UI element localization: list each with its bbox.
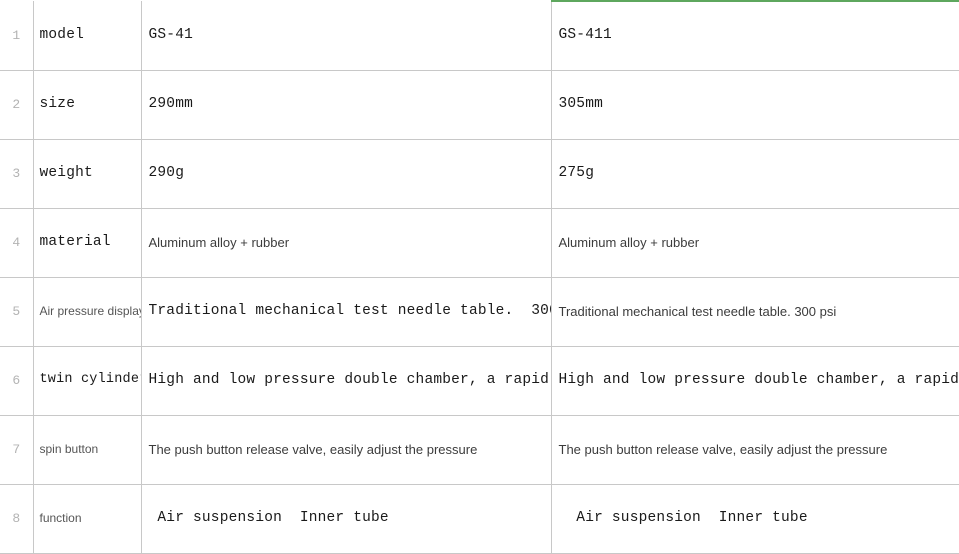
row-index-cell: 6 xyxy=(0,346,34,416)
table-row: 6 twin cylinder High and low pressure do… xyxy=(0,346,959,416)
row-label: spin button xyxy=(39,442,99,457)
product-b-cell: High and low pressure double chamber, a … xyxy=(551,346,959,416)
table-row: 2 size 290mm 305mm xyxy=(0,70,959,140)
product-a-cell: 290mm xyxy=(141,70,552,140)
product-b-cell: Aluminum alloy + rubber xyxy=(551,208,959,278)
product-a-value: The push button release valve, easily ad… xyxy=(148,441,478,457)
product-a-value: 290mm xyxy=(148,95,194,112)
product-a-cell: The push button release valve, easily ad… xyxy=(141,415,552,485)
product-a-value: Traditional mechanical test needle table… xyxy=(148,302,551,319)
table-body: 1 model GS-41 GS-411 2 size 290mm 305mm … xyxy=(0,0,959,554)
row-label-cell: material xyxy=(33,208,142,278)
row-label: twin cylinder xyxy=(39,372,141,388)
product-a-cell: 290g xyxy=(141,139,552,209)
row-label-cell: function xyxy=(33,484,142,554)
product-b-value: 275g xyxy=(558,164,595,181)
row-index: 8 xyxy=(12,511,21,526)
product-a-cell: Traditional mechanical test needle table… xyxy=(141,277,552,347)
specification-comparison-table: 1 model GS-41 GS-411 2 size 290mm 305mm … xyxy=(0,0,959,554)
row-label: size xyxy=(39,95,76,112)
product-b-value: The push button release valve, easily ad… xyxy=(558,441,888,457)
row-label-cell: size xyxy=(33,70,142,140)
product-a-value: High and low pressure double chamber, a … xyxy=(148,371,551,388)
row-index: 4 xyxy=(12,235,21,250)
table-row: 3 weight 290g 275g xyxy=(0,139,959,209)
row-label-cell: model xyxy=(33,1,142,71)
product-b-cell: 275g xyxy=(551,139,959,209)
row-label: weight xyxy=(39,164,93,181)
row-label: function xyxy=(39,511,82,526)
product-b-cell: Traditional mechanical test needle table… xyxy=(551,277,959,347)
row-index: 3 xyxy=(12,166,21,181)
table-row: 1 model GS-41 GS-411 xyxy=(0,0,959,71)
row-label: material xyxy=(39,233,111,250)
product-a-value: 290g xyxy=(148,164,185,181)
product-a-value: Air suspension Inner tube xyxy=(148,509,389,526)
product-b-value: Aluminum alloy + rubber xyxy=(558,234,700,250)
product-a-cell: GS-41 xyxy=(141,1,552,71)
product-b-cell: Air suspension Inner tube xyxy=(551,484,959,554)
product-b-value: Traditional mechanical test needle table… xyxy=(558,303,837,319)
product-a-value: Aluminum alloy + rubber xyxy=(148,234,290,250)
product-b-value: High and low pressure double chamber, a … xyxy=(558,371,959,388)
row-index: 7 xyxy=(12,442,21,457)
product-b-cell: GS-411 xyxy=(551,0,959,71)
row-index: 6 xyxy=(12,373,21,388)
table-row: 7 spin button The push button release va… xyxy=(0,415,959,485)
row-index-cell: 8 xyxy=(0,484,34,554)
row-index-cell: 2 xyxy=(0,70,34,140)
row-label-cell: spin button xyxy=(33,415,142,485)
product-a-cell: High and low pressure double chamber, a … xyxy=(141,346,552,416)
product-b-value: GS-411 xyxy=(558,27,612,44)
row-label: model xyxy=(39,26,85,43)
product-a-cell: Aluminum alloy + rubber xyxy=(141,208,552,278)
row-index-cell: 5 xyxy=(0,277,34,347)
row-index-cell: 3 xyxy=(0,139,34,209)
table-row: 8 function Air suspension Inner tube Air… xyxy=(0,484,959,554)
product-b-value: Air suspension Inner tube xyxy=(558,509,808,526)
product-b-value: 305mm xyxy=(558,95,604,112)
row-label-cell: weight xyxy=(33,139,142,209)
row-index-cell: 1 xyxy=(0,1,34,71)
row-label-cell: twin cylinder xyxy=(33,346,142,416)
row-index: 5 xyxy=(12,304,21,319)
product-b-cell: The push button release valve, easily ad… xyxy=(551,415,959,485)
product-a-value: GS-41 xyxy=(148,26,194,43)
table-row: 4 material Aluminum alloy + rubber Alumi… xyxy=(0,208,959,278)
product-b-cell: 305mm xyxy=(551,70,959,140)
row-index-cell: 7 xyxy=(0,415,34,485)
table-row: 5 Air pressure display Traditional mecha… xyxy=(0,277,959,347)
row-index: 1 xyxy=(12,27,21,43)
row-label: Air pressure display xyxy=(39,304,141,319)
product-a-cell: Air suspension Inner tube xyxy=(141,484,552,554)
row-label-cell: Air pressure display xyxy=(33,277,142,347)
row-index-cell: 4 xyxy=(0,208,34,278)
row-index: 2 xyxy=(12,97,21,112)
